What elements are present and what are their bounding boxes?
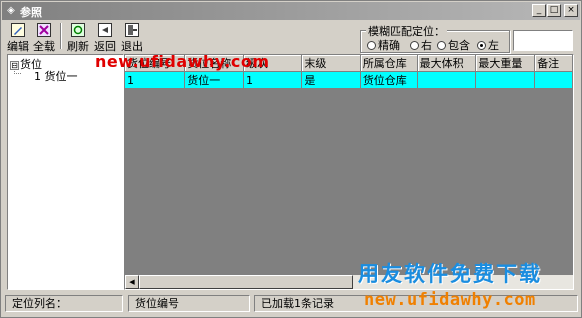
tree-item[interactable]: 1 货位一 [34, 68, 78, 84]
column-header[interactable]: 备注 [534, 55, 573, 72]
exit-icon [125, 23, 139, 37]
status-column-value: 货位编号 [128, 295, 250, 312]
status-column-label: 定位列名： [5, 295, 123, 312]
edit-button[interactable]: 编辑 [5, 23, 31, 53]
tree-connector-icon [14, 65, 22, 74]
edit-icon [11, 23, 25, 37]
edit-label: 编辑 [7, 40, 29, 53]
maximize-button[interactable]: □ [547, 4, 561, 17]
window-title: 参照 [20, 6, 42, 19]
reference-window: ◈ 参照 _ □ × 编辑 全载 刷新 返回 退出 模糊匹配定位： 精确 右 包… [0, 0, 582, 318]
radio-left-dot [477, 41, 486, 50]
window-app-icon: ◈ [7, 5, 15, 16]
load-all-icon [37, 23, 51, 37]
return-icon [98, 23, 112, 37]
refresh-button[interactable]: 刷新 [65, 23, 91, 53]
column-header[interactable]: 末级 [301, 55, 361, 72]
radio-right-dot [410, 41, 419, 50]
scrollbar-thumb[interactable] [139, 275, 353, 289]
return-button[interactable]: 返回 [92, 23, 118, 53]
table-cell: 是 [301, 71, 361, 89]
title-bar: ◈ 参照 _ □ × [2, 2, 580, 20]
radio-exact-dot [367, 41, 376, 50]
table-cell: 货位仓库 [360, 71, 418, 89]
radio-contains[interactable]: 包含 [437, 37, 470, 53]
toolbar-separator [60, 23, 62, 49]
table-cell: 1 [125, 71, 186, 89]
watermark-url: new.ufidawhy.com [364, 290, 536, 310]
table-cell [475, 71, 536, 89]
radio-contains-label: 包含 [448, 39, 470, 52]
load-all-button[interactable]: 全载 [31, 23, 57, 53]
radio-contains-dot [437, 41, 446, 50]
radio-exact-label: 精确 [378, 39, 400, 52]
refresh-icon [71, 23, 85, 37]
load-all-label: 全载 [33, 40, 55, 53]
scroll-left-icon[interactable]: ◀ [125, 275, 139, 289]
column-header[interactable]: 最大重量 [475, 55, 536, 72]
table-cell: 1 [243, 71, 303, 89]
table-row[interactable]: 1 货位一 1 是 货位仓库 [125, 71, 573, 89]
close-button[interactable]: × [564, 4, 578, 17]
radio-exact[interactable]: 精确 [367, 37, 400, 53]
search-input[interactable] [513, 30, 573, 51]
table-cell: 货位一 [184, 71, 245, 89]
refresh-label: 刷新 [67, 40, 89, 53]
radio-right[interactable]: 右 [410, 37, 432, 53]
tree-item-label: 1 货位一 [34, 70, 78, 83]
watermark-brand: 用友软件免费下载 [358, 262, 542, 286]
minimize-button[interactable]: _ [532, 4, 546, 17]
column-header[interactable]: 所属仓库 [360, 55, 418, 72]
watermark-top: new.ufidawhy.com [95, 52, 270, 71]
radio-left-label: 左 [488, 39, 499, 52]
table-cell [417, 71, 477, 89]
radio-right-label: 右 [421, 39, 432, 52]
column-header[interactable]: 最大体积 [417, 55, 477, 72]
data-grid: 货位编号 货位名称 级次 末级 所属仓库 最大体积 最大重量 备注 1 货位一 … [124, 54, 574, 290]
radio-left[interactable]: 左 [477, 37, 499, 53]
category-tree: ⊟ 货位 1 货位一 [7, 54, 124, 290]
table-cell [534, 71, 573, 89]
exit-button[interactable]: 退出 [119, 23, 145, 53]
